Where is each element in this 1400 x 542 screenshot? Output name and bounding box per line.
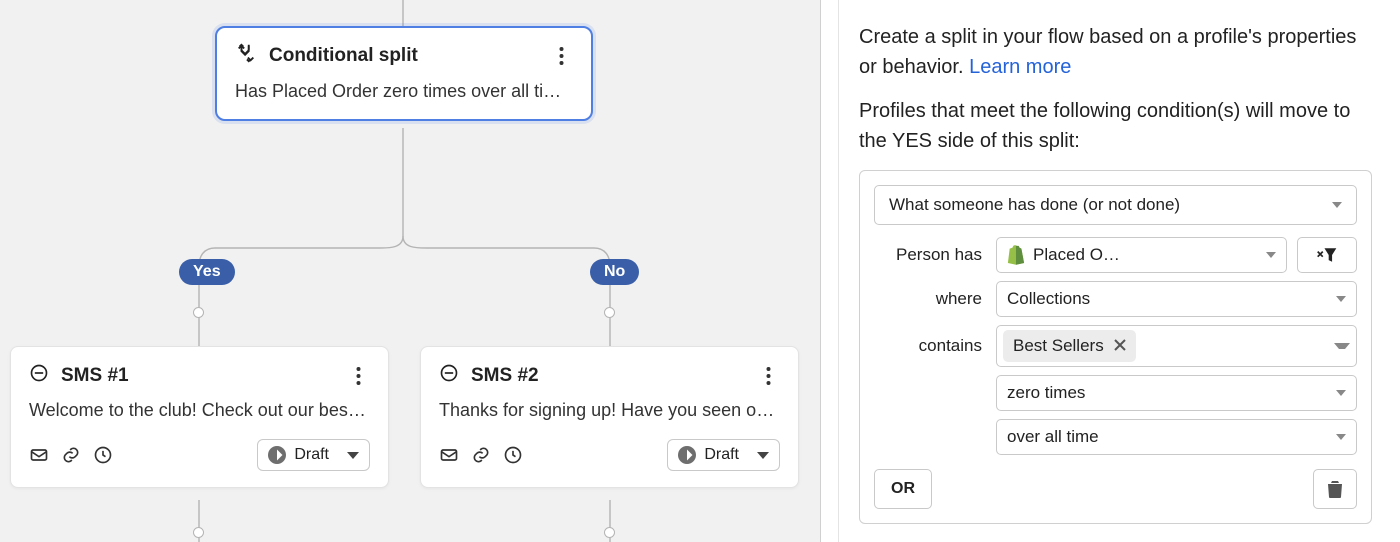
- label-person-has: Person has: [874, 245, 982, 265]
- shopify-icon: [1007, 245, 1025, 265]
- where-select[interactable]: Collections: [996, 281, 1357, 317]
- status-label: Draft: [294, 446, 329, 464]
- status-dot-icon: [678, 446, 696, 464]
- sms-card-body: Thanks for signing up! Have you seen our…: [439, 400, 780, 421]
- tag-chip-remove[interactable]: [1114, 336, 1126, 356]
- add-node-dot-right-below[interactable]: [604, 527, 615, 538]
- label-contains: contains: [874, 336, 982, 356]
- card-menu-button[interactable]: [756, 364, 780, 388]
- add-node-dot-left-below[interactable]: [193, 527, 204, 538]
- branch-label-yes: Yes: [179, 259, 235, 285]
- link-icon[interactable]: [61, 445, 81, 465]
- contains-multiselect[interactable]: Best Sellers: [996, 325, 1357, 367]
- settings-panel: Create a split in your flow based on a p…: [820, 0, 1400, 542]
- tag-chip-label: Best Sellers: [1013, 336, 1104, 356]
- count-select[interactable]: zero times: [996, 375, 1357, 411]
- conditional-split-title: Conditional split: [269, 45, 537, 67]
- sms-icon: [29, 363, 49, 388]
- count-select-value: zero times: [1007, 383, 1085, 403]
- learn-more-link[interactable]: Learn more: [969, 56, 1071, 78]
- condition-type-select[interactable]: What someone has done (or not done): [874, 185, 1357, 225]
- status-dot-icon: [268, 446, 286, 464]
- chevron-down-icon: [347, 452, 359, 459]
- quiet-hours-icon[interactable]: [503, 445, 523, 465]
- sms-card-title: SMS #2: [471, 365, 744, 387]
- label-where: where: [874, 289, 982, 309]
- chevron-down-icon: [757, 452, 769, 459]
- or-button[interactable]: OR: [874, 469, 932, 509]
- sms-card-2[interactable]: SMS #2 Thanks for signing up! Have you s…: [420, 346, 799, 488]
- panel-intro: Create a split in your flow based on a p…: [859, 22, 1372, 82]
- split-icon: [235, 42, 257, 69]
- sms-card-1[interactable]: SMS #1 Welcome to the club! Check out ou…: [10, 346, 389, 488]
- sms-icon: [439, 363, 459, 388]
- smart-send-icon[interactable]: [439, 445, 459, 465]
- card-menu-button[interactable]: [346, 364, 370, 388]
- chevron-down-icon: [1336, 390, 1346, 396]
- tag-chip: Best Sellers: [1003, 330, 1136, 362]
- conditional-split-card[interactable]: Conditional split Has Placed Order zero …: [215, 26, 593, 121]
- chevron-down-icon: [1336, 434, 1346, 440]
- quiet-hours-icon[interactable]: [93, 445, 113, 465]
- card-menu-button[interactable]: [549, 44, 573, 68]
- add-node-dot-left[interactable]: [193, 307, 204, 318]
- smart-send-icon[interactable]: [29, 445, 49, 465]
- clear-filter-button[interactable]: [1297, 237, 1357, 273]
- panel-intro-text: Create a split in your flow based on a p…: [859, 26, 1356, 78]
- status-dropdown[interactable]: Draft: [257, 439, 370, 471]
- conditional-split-description: Has Placed Order zero times over all tim…: [235, 79, 573, 103]
- delete-condition-button[interactable]: [1313, 469, 1357, 509]
- timeframe-select[interactable]: over all time: [996, 419, 1357, 455]
- where-select-value: Collections: [1007, 289, 1090, 309]
- flow-canvas: Conditional split Has Placed Order zero …: [0, 0, 820, 542]
- condition-rule-box: What someone has done (or not done) Pers…: [859, 170, 1372, 524]
- branch-label-no: No: [590, 259, 639, 285]
- chevron-down-icon: [1334, 343, 1350, 349]
- chevron-down-icon: [1336, 296, 1346, 302]
- status-label: Draft: [704, 446, 739, 464]
- condition-type-value: What someone has done (or not done): [889, 195, 1180, 215]
- event-select[interactable]: Placed O…: [996, 237, 1287, 273]
- add-node-dot-right[interactable]: [604, 307, 615, 318]
- status-dropdown[interactable]: Draft: [667, 439, 780, 471]
- chevron-down-icon: [1266, 252, 1276, 258]
- panel-divider: [838, 0, 839, 542]
- sms-card-body: Welcome to the club! Check out our best …: [29, 400, 370, 421]
- sms-card-title: SMS #1: [61, 365, 334, 387]
- link-icon[interactable]: [471, 445, 491, 465]
- event-select-value: Placed O…: [1033, 245, 1120, 265]
- chevron-down-icon: [1332, 202, 1342, 208]
- panel-subheading: Profiles that meet the following conditi…: [859, 96, 1372, 156]
- timeframe-select-value: over all time: [1007, 427, 1099, 447]
